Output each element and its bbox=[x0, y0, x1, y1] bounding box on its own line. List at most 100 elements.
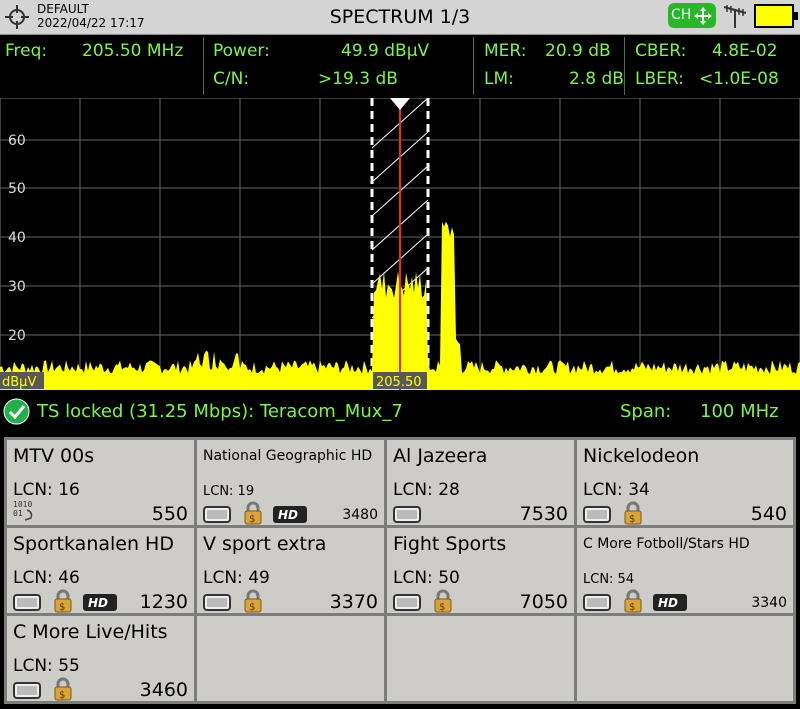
y-tick-label: 20 bbox=[8, 328, 26, 344]
unit-label: dBµV bbox=[2, 375, 36, 390]
channel-lcn: LCN: 46 bbox=[13, 568, 80, 588]
channel-name: Sportkanalen HD bbox=[13, 533, 174, 555]
channel-grid: MTV 00s LCN: 16 550 1010 01 National Geograph… bbox=[4, 437, 796, 704]
tv-icon bbox=[203, 506, 231, 523]
power-label: Power: bbox=[213, 41, 270, 61]
svg-text:HD: HD bbox=[88, 596, 108, 610]
channel-cell[interactable]: C More Fotboll/Stars HD LCN: 54 3340 $ HD bbox=[577, 528, 793, 613]
channel-pid: 3340 bbox=[751, 595, 787, 611]
channel-pid: 540 bbox=[750, 503, 787, 525]
svg-text:$: $ bbox=[439, 602, 445, 613]
channel-lcn: LCN: 19 bbox=[203, 484, 255, 499]
span-value[interactable]: 100 MHz bbox=[700, 401, 779, 422]
empty-channel-cell bbox=[577, 616, 793, 701]
cber-label: CBER: bbox=[635, 41, 687, 61]
channel-lcn: LCN: 50 bbox=[393, 568, 460, 588]
empty-channel-cell bbox=[197, 616, 384, 701]
mer-label: MER: bbox=[484, 41, 527, 61]
y-tick-label: 30 bbox=[8, 279, 26, 295]
cn-value: >19.3 dB bbox=[318, 69, 398, 89]
channel-pid: 1230 bbox=[139, 591, 188, 613]
channel-mode-button[interactable]: CH bbox=[668, 3, 716, 28]
tv-icon bbox=[203, 594, 231, 611]
channel-lcn: LCN: 49 bbox=[203, 568, 270, 588]
channel-lcn: LCN: 34 bbox=[583, 480, 650, 500]
channel-name: MTV 00s bbox=[13, 445, 95, 467]
hd-icon: HD bbox=[273, 506, 307, 523]
svg-text:01: 01 bbox=[13, 509, 23, 518]
empty-channel-cell bbox=[387, 616, 574, 701]
channel-name: C More Live/Hits bbox=[13, 621, 168, 643]
lock-icon: $ bbox=[54, 677, 72, 701]
lber-value: <1.0E-08 bbox=[699, 69, 779, 89]
channel-cell[interactable]: Sportkanalen HD LCN: 46 1230 $ HD bbox=[7, 528, 194, 613]
lock-icon: $ bbox=[244, 501, 262, 525]
marker-frequency-label: 205.50 bbox=[376, 375, 422, 390]
channel-name: V sport extra bbox=[203, 533, 327, 555]
channel-name: C More Fotboll/Stars HD bbox=[583, 536, 750, 552]
channel-cell[interactable]: MTV 00s LCN: 16 550 1010 01 bbox=[7, 440, 194, 525]
channel-pid: 3460 bbox=[139, 679, 188, 701]
y-tick-label: 60 bbox=[8, 133, 26, 149]
channel-lcn: LCN: 16 bbox=[13, 480, 80, 500]
svg-text:$: $ bbox=[59, 602, 65, 613]
channel-cell[interactable]: C More Live/Hits LCN: 55 3460 $ bbox=[7, 616, 194, 701]
hd-icon: HD bbox=[653, 594, 687, 611]
lock-icon: $ bbox=[244, 589, 262, 613]
separator bbox=[624, 37, 625, 95]
lock-icon: $ bbox=[54, 589, 72, 613]
move-arrows-icon bbox=[694, 7, 712, 25]
svg-text:$: $ bbox=[629, 514, 635, 525]
channel-name: Fight Sports bbox=[393, 533, 507, 555]
channel-pid: 550 bbox=[151, 503, 188, 525]
svg-text:1010: 1010 bbox=[13, 500, 32, 509]
lber-label: LBER: bbox=[635, 69, 684, 89]
check-icon bbox=[3, 398, 30, 425]
freq-label: Freq: bbox=[5, 41, 48, 61]
lock-icon: $ bbox=[434, 589, 452, 613]
channel-pid: 7530 bbox=[519, 503, 568, 525]
tv-icon bbox=[13, 594, 41, 611]
channel-pid: 3370 bbox=[329, 591, 378, 613]
tv-icon bbox=[583, 506, 611, 523]
channel-lcn: LCN: 54 bbox=[583, 572, 635, 587]
channel-name: Al Jazeera bbox=[393, 445, 488, 467]
freq-value[interactable]: 205.50 MHz bbox=[82, 41, 183, 61]
channel-cell[interactable]: Fight Sports LCN: 50 7050 $ bbox=[387, 528, 574, 613]
status-bar: TS locked (31.25 Mbps): Teracom_Mux_7 Sp… bbox=[0, 391, 800, 431]
channel-lcn: LCN: 28 bbox=[393, 480, 460, 500]
ts-status-text: TS locked (31.25 Mbps): Teracom_Mux_7 bbox=[37, 401, 403, 422]
channel-cell[interactable]: V sport extra LCN: 49 3370 $ bbox=[197, 528, 384, 613]
span-label: Span: bbox=[620, 401, 672, 422]
title-bar: DEFAULT 2022/04/22 17:17 SPECTRUM 1/3 CH bbox=[0, 0, 800, 35]
data-service-icon: 101001 bbox=[13, 500, 32, 521]
channel-pid: 3480 bbox=[342, 507, 378, 523]
channel-lcn: LCN: 55 bbox=[13, 656, 80, 676]
channel-cell[interactable]: Nickelodeon LCN: 34 540 $ bbox=[577, 440, 793, 525]
y-tick-label: 50 bbox=[8, 181, 26, 197]
channel-pid: 7050 bbox=[519, 591, 568, 613]
svg-text:$: $ bbox=[249, 602, 255, 613]
measurements-panel: Freq: 205.50 MHz Power: 49.9 dBµV C/N: >… bbox=[0, 35, 800, 97]
svg-text:$: $ bbox=[59, 690, 65, 701]
svg-text:$: $ bbox=[629, 602, 635, 613]
ch-badge-label: CH bbox=[671, 7, 692, 23]
channel-cell[interactable]: National Geographic HD LCN: 19 3480 $ HD bbox=[197, 440, 384, 525]
svg-text:HD: HD bbox=[658, 596, 678, 610]
cn-label: C/N: bbox=[213, 69, 250, 89]
hd-icon: HD bbox=[83, 594, 117, 611]
y-tick-label: 40 bbox=[8, 230, 26, 246]
separator bbox=[473, 37, 474, 95]
spectrum-plot[interactable]: 60 50 40 30 20 dBµV 205.50 bbox=[0, 98, 800, 390]
channel-name: Nickelodeon bbox=[583, 445, 700, 467]
cber-value: 4.8E-02 bbox=[712, 41, 778, 61]
lock-icon: $ bbox=[624, 589, 642, 613]
channel-cell[interactable]: Al Jazeera LCN: 28 7530 bbox=[387, 440, 574, 525]
svg-text:HD: HD bbox=[278, 508, 298, 522]
mer-value: 20.9 dB bbox=[545, 41, 611, 61]
antenna-icon bbox=[723, 5, 747, 28]
lock-icon: $ bbox=[624, 501, 642, 525]
tv-icon bbox=[393, 506, 421, 523]
lm-label: LM: bbox=[484, 69, 514, 89]
tv-icon bbox=[393, 594, 421, 611]
